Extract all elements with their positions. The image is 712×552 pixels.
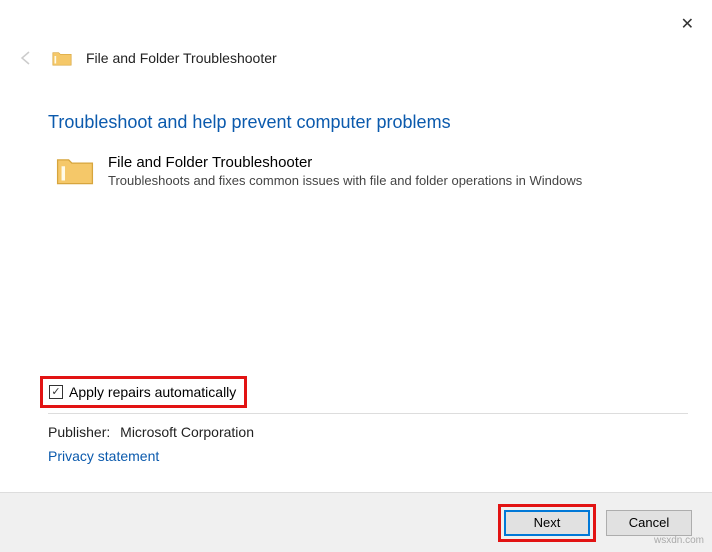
apply-repairs-highlight: ✓ Apply repairs automatically bbox=[40, 376, 247, 408]
watermark: wsxdn.com bbox=[654, 535, 704, 546]
page-heading: Troubleshoot and help prevent computer p… bbox=[48, 112, 451, 133]
publisher-value: Microsoft Corporation bbox=[120, 424, 254, 440]
folder-small-icon bbox=[52, 50, 72, 67]
check-icon: ✓ bbox=[51, 387, 60, 398]
cancel-button[interactable]: Cancel bbox=[606, 510, 692, 536]
next-button[interactable]: Next bbox=[504, 510, 590, 536]
item-title: File and Folder Troubleshooter bbox=[108, 154, 582, 171]
close-icon[interactable]: ✕ bbox=[681, 14, 694, 34]
privacy-statement-link[interactable]: Privacy statement bbox=[48, 448, 159, 464]
footer-bar: Next Cancel bbox=[0, 492, 712, 552]
item-description: Troubleshoots and fixes common issues wi… bbox=[108, 173, 582, 188]
folder-large-icon bbox=[56, 154, 94, 188]
apply-repairs-checkbox[interactable]: ✓ bbox=[49, 385, 63, 399]
publisher-label: Publisher: bbox=[48, 424, 114, 440]
app-title: File and Folder Troubleshooter bbox=[86, 50, 277, 66]
troubleshooter-item: File and Folder Troubleshooter Troublesh… bbox=[56, 154, 582, 188]
back-arrow-icon bbox=[16, 48, 36, 68]
divider bbox=[48, 413, 688, 414]
next-button-highlight: Next bbox=[498, 504, 596, 542]
publisher-row: Publisher: Microsoft Corporation bbox=[48, 424, 254, 440]
apply-repairs-label: Apply repairs automatically bbox=[69, 384, 236, 400]
header-row: File and Folder Troubleshooter bbox=[16, 48, 277, 68]
